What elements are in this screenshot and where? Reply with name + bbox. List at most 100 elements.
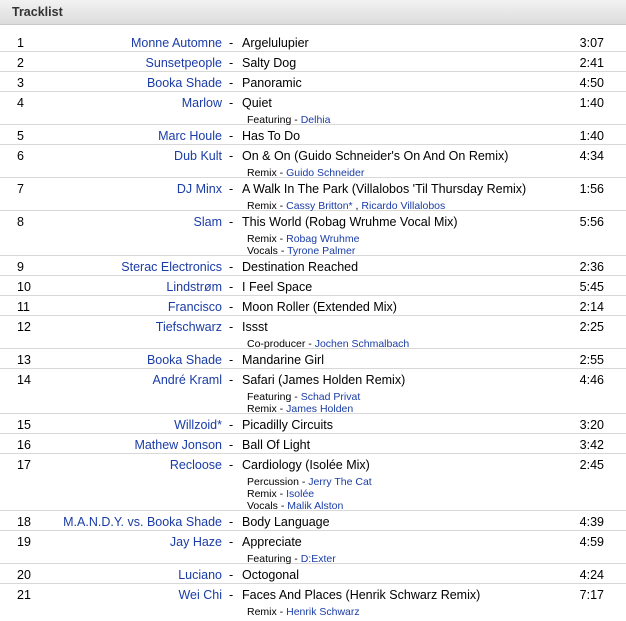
track-artist-link[interactable]: André Kraml (153, 373, 222, 387)
track-duration: 3:07 (579, 36, 604, 50)
track-title: I Feel Space (242, 280, 313, 294)
track-artist-link[interactable]: DJ Minx (177, 182, 222, 196)
track-artist-link[interactable]: Luciano (178, 568, 222, 582)
credit-role: Featuring (247, 391, 292, 403)
table-row: 18 M.A.N.D.Y. vs. Booka Shade - Body Langua… (0, 511, 626, 531)
separator-dash: - (229, 568, 234, 582)
table-row: 16 Mathew Jonson - Ball Of Light 3:42 (0, 434, 626, 454)
separator-dash: - (229, 260, 234, 274)
track-artist-link[interactable]: Dub Kult (174, 149, 222, 163)
credit-name-link[interactable]: Robag Wruhme (286, 233, 359, 245)
track-title: Faces And Places (Henrik Schwarz Remix) (242, 588, 481, 602)
track-artist-link[interactable]: Marc Houle (158, 129, 222, 143)
track-duration: 2:41 (579, 56, 604, 70)
track-number: 15 (17, 418, 31, 432)
track-credit: Percussion - Jerry The Cat (247, 476, 372, 488)
separator-dash: - (229, 300, 234, 314)
separator-dash: - (229, 418, 234, 432)
track-artist-link[interactable]: Jay Haze (170, 535, 222, 549)
track-title: Salty Dog (242, 56, 297, 70)
track-artist-link[interactable]: Wei Chi (178, 588, 222, 602)
track-number: 2 (17, 56, 24, 70)
table-row: 19 Jay Haze - Appreciate 4:59 Featuring - D:E… (0, 531, 626, 565)
track-artist-link[interactable]: Sunsetpeople (146, 56, 222, 70)
track-duration: 1:56 (579, 182, 604, 196)
track-number: 5 (17, 129, 24, 143)
track-title: Body Language (242, 515, 330, 529)
track-credit: Featuring - Schad Privat (247, 391, 361, 403)
track-artist-link[interactable]: Booka Shade (147, 76, 222, 90)
track-title: This World (Robag Wruhme Vocal Mix) (242, 215, 458, 229)
track-number: 11 (17, 300, 30, 314)
track-number: 14 (17, 373, 31, 387)
track-title: Cardiology (Isolée Mix) (242, 458, 370, 472)
separator-dash: - (229, 36, 234, 50)
track-artist-link[interactable]: Booka Shade (147, 353, 222, 367)
track-artist-link[interactable]: Lindstrøm (166, 280, 222, 294)
credit-role: Remix (247, 233, 277, 245)
track-artist-link[interactable]: Sterac Electronics (121, 260, 222, 274)
track-duration: 5:56 (579, 215, 604, 229)
credit-role: Remix (247, 606, 277, 618)
credit-role: Percussion (247, 476, 299, 488)
track-artist-link[interactable]: Francisco (168, 300, 222, 314)
track-title: Moon Roller (Extended Mix) (242, 300, 397, 314)
track-title: Argelulupier (242, 36, 309, 50)
track-artist-link[interactable]: Slam (194, 215, 222, 229)
table-row: 13 Booka Shade - Mandarine Girl 2:55 (0, 349, 626, 369)
table-row: 6 Dub Kult - On & On (Guido Schneider's On … (0, 145, 626, 179)
track-number: 12 (17, 320, 31, 334)
track-duration: 3:42 (579, 438, 604, 452)
credit-name-link[interactable]: Isolée (286, 488, 314, 500)
separator-dash: - (229, 588, 234, 602)
separator-dash: - (229, 129, 234, 143)
table-row: 17 Recloose - Cardiology (Isolée Mix) 2:45 Pe… (0, 454, 626, 512)
separator-dash: - (229, 320, 234, 334)
track-title: Ball Of Light (242, 438, 311, 452)
tracklist-title: Tracklist (12, 5, 63, 19)
separator-dash: - (229, 96, 234, 110)
track-credit: Remix - Robag Wruhme (247, 233, 360, 245)
track-artist-link[interactable]: Monne Automne (131, 36, 222, 50)
table-row: 5 Marc Houle - Has To Do 1:40 (0, 125, 626, 145)
track-number: 3 (17, 76, 24, 90)
track-artist-link[interactable]: M.A.N.D.Y. vs. Booka Shade (63, 515, 222, 529)
track-title: A Walk In The Park (Villalobos 'Til Thur… (242, 182, 527, 196)
table-row: 21 Wei Chi - Faces And Places (Henrik Schwa… (0, 584, 626, 621)
track-number: 4 (17, 96, 24, 110)
track-duration: 3:20 (579, 418, 604, 432)
separator-dash: - (229, 458, 234, 472)
separator-dash: - (229, 353, 234, 367)
separator-dash: - (229, 373, 234, 387)
credit-name-link[interactable]: Henrik Schwarz (286, 606, 360, 618)
track-number: 10 (17, 280, 31, 294)
track-duration: 7:17 (579, 588, 604, 602)
table-row: 10 Lindstrøm - I Feel Space 5:45 (0, 276, 626, 296)
track-artist-link[interactable]: Marlow (182, 96, 222, 110)
track-title: On & On (Guido Schneider's On And On Rem… (242, 149, 509, 163)
credit-role: Remix (247, 488, 277, 500)
track-title: Destination Reached (242, 260, 359, 274)
track-number: 8 (17, 215, 24, 229)
track-duration: 4:50 (579, 76, 604, 90)
track-artist-link[interactable]: Willzoid* (174, 418, 222, 432)
credit-name-link[interactable]: Schad Privat (301, 391, 361, 403)
table-row: 3 Booka Shade - Panoramic 4:50 (0, 72, 626, 92)
separator-dash: - (229, 515, 234, 529)
track-number: 1 (17, 36, 24, 50)
table-row: 12 Tiefschwarz - Issst 2:25 Co-producer - Joc… (0, 316, 626, 350)
track-duration: 1:40 (579, 129, 604, 143)
track-title: Panoramic (242, 76, 302, 90)
track-title: Octogonal (242, 568, 299, 582)
tracklist-header: Tracklist (0, 0, 626, 25)
track-duration: 4:59 (579, 535, 604, 549)
track-artist-link[interactable]: Tiefschwarz (156, 320, 222, 334)
track-number: 21 (17, 588, 31, 602)
track-title: Mandarine Girl (242, 353, 324, 367)
track-number: 6 (17, 149, 24, 163)
table-row: 14 André Kraml - Safari (James Holden Remix… (0, 369, 626, 415)
track-artist-link[interactable]: Mathew Jonson (134, 438, 222, 452)
credit-name-link[interactable]: Jerry The Cat (308, 476, 371, 488)
table-row: 15 Willzoid* - Picadilly Circuits 3:20 (0, 414, 626, 434)
track-artist-link[interactable]: Recloose (170, 458, 222, 472)
